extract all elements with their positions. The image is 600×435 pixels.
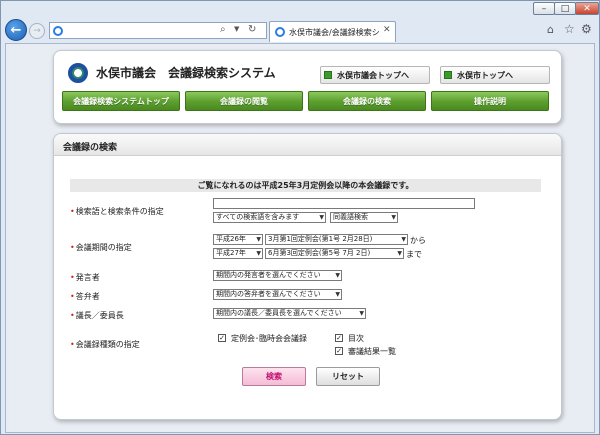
period-from-meeting-select[interactable]: 3月第1回定例会(第1号 2月28日) ▼ xyxy=(265,234,408,245)
city-top-link-label: 水俣市トップへ xyxy=(457,70,513,80)
chevron-down-icon: ▼ xyxy=(391,214,396,221)
required-marker: • xyxy=(70,273,75,282)
answerer-value: 期間内の答弁者を選んでください xyxy=(216,290,321,298)
period-label: 会議期間の指定 xyxy=(75,243,132,252)
chevron-down-icon: ▼ xyxy=(335,291,340,298)
home-icon[interactable]: ⌂ xyxy=(547,23,554,36)
chair-value: 期間内の議長／委員長を選んでください xyxy=(216,309,342,317)
city-top-link[interactable]: 水俣市トップへ xyxy=(440,66,550,84)
browser-window: – □ ✕ ← → ⌕ ▼ ↻ 水俣市議会/会議録検索シ... ✕ ⌂ ☆ ⚙ … xyxy=(0,0,600,435)
period-from-year-value: 平成26年 xyxy=(216,235,246,243)
notice-bar: ご覧になれるのは平成25年3月定例会以降の本会議録です。 xyxy=(70,179,541,192)
back-arrow-icon[interactable]: ← xyxy=(5,19,27,41)
city-logo-icon xyxy=(68,63,88,83)
site-title: 水俣市議会 会議録検索システム xyxy=(96,66,276,80)
answerer-row-label: •答弁者 xyxy=(70,291,100,302)
close-icon[interactable]: ✕ xyxy=(383,25,391,35)
square-bullet-icon xyxy=(324,71,332,79)
browser-tab[interactable]: 水俣市議会/会議録検索シ... ✕ xyxy=(269,21,396,42)
minimize-button[interactable]: – xyxy=(533,2,555,15)
council-top-link[interactable]: 水俣市議会トップへ xyxy=(320,66,430,84)
checkbox-deliberation-results[interactable]: ✓ xyxy=(335,347,343,355)
search-panel-header: 会議録の検索 xyxy=(54,134,561,156)
speaker-row-label: •発言者 xyxy=(70,272,100,283)
keyword-input[interactable] xyxy=(213,198,475,209)
period-row-label: •会議期間の指定 xyxy=(70,242,132,253)
answerer-label: 答弁者 xyxy=(75,292,100,301)
search-panel: 会議録の検索 ご覧になれるのは平成25年3月定例会以降の本会議録です。 •検索語… xyxy=(53,133,562,420)
chair-label: 議長／委員長 xyxy=(75,311,124,320)
synonym-value: 同義語検索 xyxy=(333,213,368,221)
forward-arrow-icon[interactable]: → xyxy=(29,23,45,39)
search-icon[interactable]: ⌕ xyxy=(220,24,226,35)
chevron-down-icon: ▼ xyxy=(256,250,261,257)
title-bar: – □ ✕ xyxy=(1,1,599,17)
speaker-value: 期間内の発言者を選んでください xyxy=(216,271,321,279)
refresh-icon[interactable]: ↻ xyxy=(248,24,256,35)
checkbox-contents[interactable]: ✓ xyxy=(335,334,343,342)
required-marker: • xyxy=(70,340,75,349)
chevron-down-icon: ▼ xyxy=(256,236,261,243)
period-from-year-select[interactable]: 平成26年 ▼ xyxy=(213,234,263,245)
keyword-label: 検索語と検索条件の指定 xyxy=(75,207,164,216)
required-marker: • xyxy=(70,311,75,320)
keyword-mode-select[interactable]: すべての検索語を含みます ▼ xyxy=(213,212,326,223)
speaker-select[interactable]: 期間内の発言者を選んでください ▼ xyxy=(213,270,342,281)
record-type-label: 会議録種類の指定 xyxy=(75,340,140,349)
required-marker: • xyxy=(70,243,75,252)
site-header: 水俣市議会 会議録検索システム 水俣市議会トップへ 水俣市トップへ 会議録検索シ… xyxy=(53,50,562,124)
maximize-button[interactable]: □ xyxy=(554,2,576,15)
chevron-down-icon: ▼ xyxy=(397,250,402,257)
star-icon[interactable]: ☆ xyxy=(564,22,575,36)
nav-help[interactable]: 操作説明 xyxy=(431,91,549,111)
checkbox-regular-records-label[interactable]: 定例会･臨時会会議録 xyxy=(231,333,307,344)
chevron-down-icon: ▼ xyxy=(335,272,340,279)
tab-title[interactable]: 水俣市議会/会議録検索シ... xyxy=(289,27,379,38)
ie-tab-icon xyxy=(275,27,285,37)
period-to-meeting-select[interactable]: 6月第3回定例会(第5号 7月 2日) ▼ xyxy=(265,248,404,259)
checkbox-deliberation-results-label[interactable]: 審議結果一覧 xyxy=(348,346,396,357)
page-viewport: 水俣市議会 会議録検索システム 水俣市議会トップへ 水俣市トップへ 会議録検索シ… xyxy=(5,43,595,433)
gear-icon[interactable]: ⚙ xyxy=(581,22,592,36)
period-from-suffix: から xyxy=(410,236,426,245)
nav-browse-records[interactable]: 会議録の閲覧 xyxy=(185,91,303,111)
chair-row-label: •議長／委員長 xyxy=(70,310,124,321)
keyword-mode-value: すべての検索語を含みます xyxy=(216,213,300,221)
search-button[interactable]: 検索 xyxy=(242,367,306,386)
keyword-row-label: •検索語と検索条件の指定 xyxy=(70,206,164,217)
speaker-label: 発言者 xyxy=(75,273,100,282)
close-window-button[interactable]: ✕ xyxy=(575,2,599,15)
square-bullet-icon xyxy=(444,71,452,79)
ie-page-icon xyxy=(53,26,63,36)
chevron-down-icon: ▼ xyxy=(359,310,364,317)
answerer-select[interactable]: 期間内の答弁者を選んでください ▼ xyxy=(213,289,342,300)
nav-system-top[interactable]: 会議録検索システムトップ xyxy=(62,91,180,111)
checkbox-regular-records[interactable]: ✓ xyxy=(218,334,226,342)
chevron-down-icon[interactable]: ▼ xyxy=(234,25,239,33)
checkbox-contents-label[interactable]: 目次 xyxy=(348,333,364,344)
period-to-meeting-value: 6月第3回定例会(第5号 7月 2日) xyxy=(268,249,371,257)
required-marker: • xyxy=(70,207,75,216)
reset-button[interactable]: リセット xyxy=(316,367,380,386)
synonym-select[interactable]: 同義語検索 ▼ xyxy=(330,212,398,223)
chevron-down-icon: ▼ xyxy=(401,236,406,243)
nav-search-records[interactable]: 会議録の検索 xyxy=(308,91,426,111)
period-to-year-value: 平成27年 xyxy=(216,249,246,257)
browser-navbar: ← → ⌕ ▼ ↻ 水俣市議会/会議録検索シ... ✕ ⌂ ☆ ⚙ xyxy=(1,17,599,43)
chair-select[interactable]: 期間内の議長／委員長を選んでください ▼ xyxy=(213,308,366,319)
council-top-link-label: 水俣市議会トップへ xyxy=(337,70,409,80)
chevron-down-icon: ▼ xyxy=(319,214,324,221)
period-from-meeting-value: 3月第1回定例会(第1号 2月28日) xyxy=(268,235,373,243)
period-to-year-select[interactable]: 平成27年 ▼ xyxy=(213,248,263,259)
address-bar[interactable]: ⌕ ▼ ↻ xyxy=(49,22,267,39)
period-to-suffix: まで xyxy=(406,250,422,259)
record-type-row-label: •会議録種類の指定 xyxy=(70,339,140,350)
required-marker: • xyxy=(70,292,75,301)
search-panel-title: 会議録の検索 xyxy=(63,143,118,153)
